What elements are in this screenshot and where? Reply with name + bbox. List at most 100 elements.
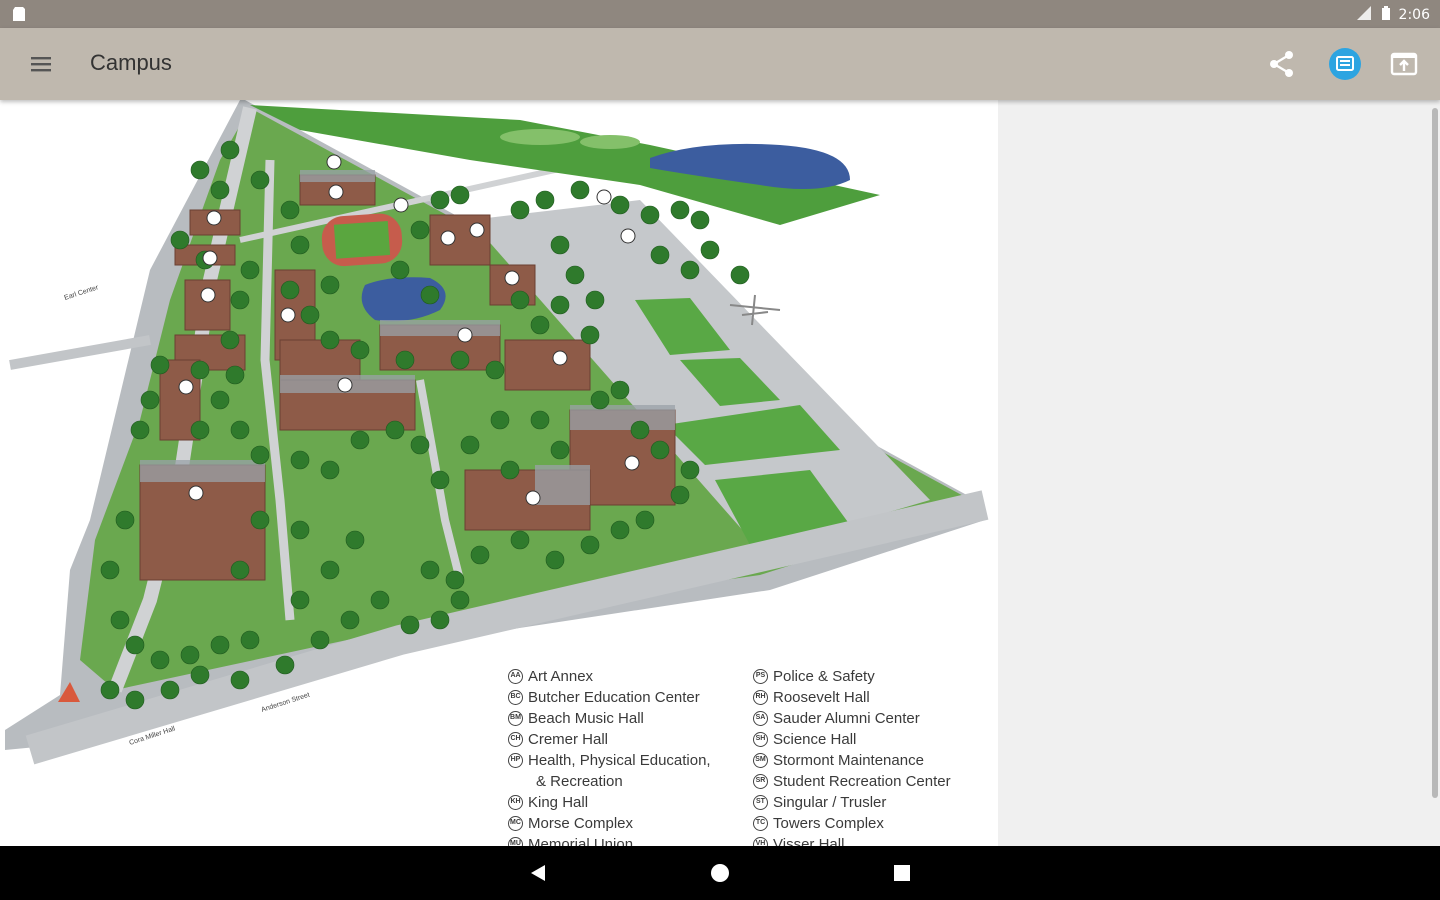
legend-code-badge: BC bbox=[508, 690, 523, 705]
tree bbox=[210, 390, 230, 410]
back-triangle-icon[interactable] bbox=[523, 858, 553, 888]
tree bbox=[430, 190, 450, 210]
tree bbox=[220, 330, 240, 350]
tree bbox=[650, 440, 670, 460]
tree bbox=[125, 635, 145, 655]
legend-label: Singular / Trusler bbox=[773, 794, 887, 811]
tree bbox=[290, 450, 310, 470]
cast-icon[interactable] bbox=[1325, 44, 1365, 84]
legend-item: MC Morse Complex bbox=[508, 813, 711, 834]
tree bbox=[220, 140, 240, 160]
tree bbox=[320, 275, 340, 295]
clock: 2:06 bbox=[1398, 7, 1430, 23]
legend-code-badge: PS bbox=[753, 669, 768, 684]
legend-code-badge: SH bbox=[753, 732, 768, 747]
legend-code-badge: MU bbox=[508, 837, 523, 846]
tree bbox=[400, 615, 420, 635]
tree bbox=[240, 630, 260, 650]
scrollbar[interactable] bbox=[1432, 108, 1438, 798]
tree bbox=[430, 610, 450, 630]
tree bbox=[550, 235, 570, 255]
tree bbox=[470, 545, 490, 565]
tree bbox=[190, 665, 210, 685]
status-bar: 2:06 bbox=[0, 0, 1440, 28]
legend-label: Beach Music Hall bbox=[528, 710, 644, 727]
tree bbox=[230, 670, 250, 690]
tree bbox=[550, 440, 570, 460]
tree bbox=[450, 590, 470, 610]
app-bar: Campus bbox=[0, 28, 1440, 100]
tree bbox=[445, 570, 465, 590]
legend-item: CH Cremer Hall bbox=[508, 729, 711, 750]
tree bbox=[395, 350, 415, 370]
tree bbox=[250, 510, 270, 530]
tree bbox=[485, 360, 505, 380]
tree bbox=[350, 340, 370, 360]
legend-code-badge: SA bbox=[753, 711, 768, 726]
home-circle-icon[interactable] bbox=[705, 858, 735, 888]
tree bbox=[385, 420, 405, 440]
legend-right: PS Police & Safety RH Roosevelt Hall SA Saude… bbox=[753, 666, 951, 846]
legend-label: Butcher Education Center bbox=[528, 689, 700, 706]
legend-label: Cremer Hall bbox=[528, 731, 609, 748]
tree bbox=[190, 360, 210, 380]
page-title: Campus bbox=[90, 50, 172, 75]
legend-item: RH Roosevelt Hall bbox=[753, 687, 951, 708]
campus-map[interactable]: Earl Center Anderson Street Cora Miller … bbox=[0, 100, 998, 846]
street-label-earl-center: Earl Center bbox=[63, 284, 99, 302]
navigation-bar bbox=[0, 846, 1440, 900]
legend-label: Memorial Union bbox=[528, 836, 634, 846]
legend-code-badge: KH bbox=[508, 795, 523, 810]
tree bbox=[140, 390, 160, 410]
legend-left: AA Art Annex BC Butcher Education Center BM B… bbox=[508, 666, 711, 846]
legend-label: Morse Complex bbox=[528, 815, 634, 832]
legend-code-badge: MC bbox=[508, 816, 523, 831]
tree bbox=[100, 680, 120, 700]
tree bbox=[280, 280, 300, 300]
tree bbox=[680, 260, 700, 280]
tree bbox=[180, 645, 200, 665]
legend-label: Sauder Alumni Center bbox=[773, 710, 920, 727]
tree bbox=[230, 420, 250, 440]
legend-code-badge: HP bbox=[508, 753, 523, 768]
tree bbox=[210, 635, 230, 655]
tree bbox=[460, 435, 480, 455]
legend-code-badge: SR bbox=[753, 774, 768, 789]
tree bbox=[115, 510, 135, 530]
tree bbox=[500, 460, 520, 480]
tree bbox=[320, 330, 340, 350]
tree bbox=[650, 245, 670, 265]
legend-label: Art Annex bbox=[528, 668, 594, 685]
tree bbox=[275, 655, 295, 675]
tree bbox=[550, 295, 570, 315]
tree bbox=[210, 180, 230, 200]
street-label-anderson: Anderson Street bbox=[260, 692, 310, 714]
tree bbox=[290, 520, 310, 540]
tree bbox=[320, 560, 340, 580]
legend-code-badge: RH bbox=[753, 690, 768, 705]
signal-icon bbox=[1355, 5, 1373, 25]
legend-item: PS Police & Safety bbox=[753, 666, 951, 687]
legend-label: Student Recreation Center bbox=[773, 773, 951, 790]
tree bbox=[240, 260, 260, 280]
tree bbox=[510, 530, 530, 550]
tree bbox=[225, 365, 245, 385]
tree bbox=[280, 200, 300, 220]
tree bbox=[130, 420, 150, 440]
legend-item: SA Sauder Alumni Center bbox=[753, 708, 951, 729]
hamburger-menu-icon[interactable] bbox=[22, 46, 60, 82]
open-in-window-icon[interactable] bbox=[1384, 44, 1424, 84]
recents-square-icon[interactable] bbox=[887, 858, 917, 888]
tree bbox=[230, 560, 250, 580]
tree bbox=[190, 160, 210, 180]
legend-item: SH Science Hall bbox=[753, 729, 951, 750]
tree bbox=[545, 550, 565, 570]
tree bbox=[150, 355, 170, 375]
tree bbox=[350, 430, 370, 450]
map-viewer: Earl Center Anderson Street Cora Miller … bbox=[0, 100, 1440, 846]
legend-label: Roosevelt Hall bbox=[773, 689, 870, 706]
tree bbox=[110, 610, 130, 630]
tree bbox=[565, 265, 585, 285]
share-icon[interactable] bbox=[1262, 44, 1302, 84]
tree bbox=[490, 410, 510, 430]
